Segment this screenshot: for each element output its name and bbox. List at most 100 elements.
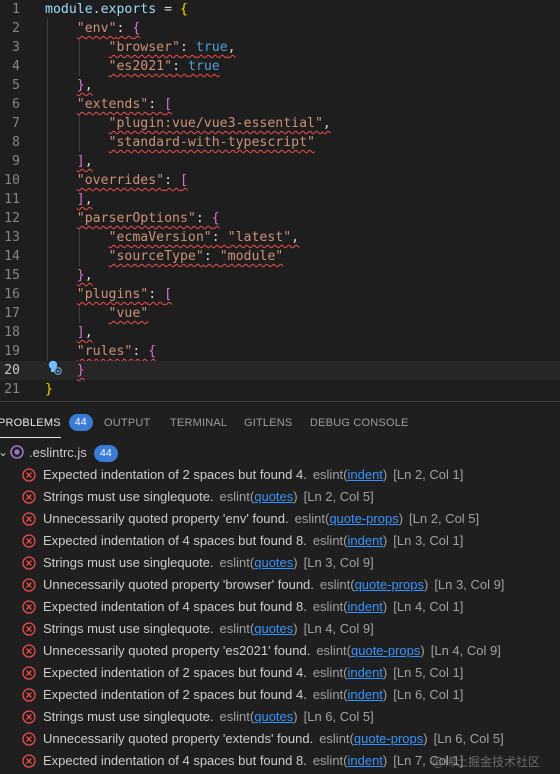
rule-link[interactable]: quote-props [351, 643, 420, 658]
code-line[interactable]: 16 "plugins": [ [0, 285, 560, 304]
problem-source: eslint(indent) [312, 467, 388, 482]
code-line[interactable]: 13 "ecmaVersion": "latest", [0, 228, 560, 247]
code-text: "browser": true, [108, 40, 236, 55]
tab-terminal[interactable]: TERMINAL [170, 402, 227, 442]
problem-location: [Ln 2, Col 5] [303, 489, 374, 504]
rule-paren: ) [382, 687, 388, 702]
code-line[interactable]: 14 "sourceType": "module" [0, 247, 560, 266]
code-line[interactable]: 10 "overrides": [ [0, 171, 560, 190]
line-number: 14 [4, 249, 20, 264]
error-circle-x-icon [22, 622, 36, 636]
code-line[interactable]: 20 } [0, 361, 560, 380]
problem-location: [Ln 5, Col 1] [393, 665, 464, 680]
code-line[interactable]: 5 }, [0, 76, 560, 95]
code-line[interactable]: 3 "browser": true, [0, 38, 560, 57]
problem-item[interactable]: Expected indentation of 2 spaces but fou… [0, 684, 560, 706]
code-line[interactable]: 21} [0, 380, 560, 399]
line-number: 2 [12, 21, 20, 36]
line-number: 1 [12, 2, 20, 17]
quick-fix-lightbulb-icon[interactable] [46, 359, 62, 375]
rule-link[interactable]: indent [348, 533, 383, 548]
error-circle-x-icon [22, 600, 36, 614]
rule-link[interactable]: indent [348, 665, 383, 680]
problem-location: [Ln 3, Col 9] [434, 577, 505, 592]
rule-paren: ) [423, 577, 429, 592]
rule-link[interactable]: indent [348, 753, 383, 768]
code-line[interactable]: 2 "env": { [0, 19, 560, 38]
problem-text: Strings must use singlequote. [43, 621, 214, 636]
code-line[interactable]: 12 "parserOptions": { [0, 209, 560, 228]
rule-paren: ) [382, 753, 388, 768]
problems-file-group[interactable]: ⌄ .eslintrc.js 44 [0, 442, 560, 464]
problem-text: Unnecessarily quoted property 'extends' … [43, 731, 314, 746]
problem-text: Unnecessarily quoted property 'browser' … [43, 577, 314, 592]
problem-message: Expected indentation of 2 spaces but fou… [43, 684, 463, 706]
rule-link[interactable]: indent [348, 687, 383, 702]
problem-source: eslint(indent) [312, 665, 388, 680]
rule-link[interactable]: quote-props [354, 731, 423, 746]
code-text: module.exports = { [45, 2, 188, 17]
line-number: 11 [4, 192, 20, 207]
line-number: 9 [12, 154, 20, 169]
code-line[interactable]: 9 ], [0, 152, 560, 171]
line-number: 15 [4, 268, 20, 283]
rule-link[interactable]: quotes [254, 709, 293, 724]
problem-item[interactable]: Unnecessarily quoted property 'extends' … [0, 728, 560, 750]
problem-item[interactable]: Expected indentation of 2 spaces but fou… [0, 662, 560, 684]
problem-text: Unnecessarily quoted property 'es2021' f… [43, 643, 311, 658]
error-circle-x-icon [22, 710, 36, 724]
tab-label: GITLENS [244, 417, 293, 429]
tab-gitlens[interactable]: GITLENS [244, 402, 292, 442]
rule-link[interactable]: quotes [254, 489, 293, 504]
problem-location: [Ln 6, Col 1] [393, 687, 464, 702]
problem-item[interactable]: Expected indentation of 2 spaces but fou… [0, 464, 560, 486]
eslint-file-icon [10, 445, 24, 459]
problem-item[interactable]: Unnecessarily quoted property 'es2021' f… [0, 640, 560, 662]
rule-paren: ) [293, 489, 298, 504]
rule-link[interactable]: quotes [254, 555, 293, 570]
problem-item[interactable]: Strings must use singlequote. eslint(quot… [0, 618, 560, 640]
problem-source: eslint(quote-props) [294, 511, 404, 526]
code-line[interactable]: 6 "extends": [ [0, 95, 560, 114]
code-line[interactable]: 4 "es2021": true [0, 57, 560, 76]
code-line[interactable]: 19 "rules": { [0, 342, 560, 361]
problem-item[interactable]: Strings must use singlequote. eslint(quot… [0, 486, 560, 508]
problem-location: [Ln 3, Col 1] [393, 533, 464, 548]
problem-source: eslint(indent) [312, 533, 388, 548]
line-number: 7 [12, 116, 20, 131]
error-circle-x-icon [22, 754, 36, 768]
rule-link[interactable]: quote-props [355, 577, 424, 592]
problem-text: Strings must use singlequote. [43, 489, 214, 504]
code-line[interactable]: 7 "plugin:vue/vue3-essential", [0, 114, 560, 133]
problem-item[interactable]: Expected indentation of 4 spaces but fou… [0, 596, 560, 618]
code-line[interactable]: 18 ], [0, 323, 560, 342]
line-number: 6 [12, 97, 20, 112]
code-line[interactable]: 15 }, [0, 266, 560, 285]
problem-item[interactable]: Expected indentation of 4 spaces but fou… [0, 530, 560, 552]
problem-item[interactable]: Strings must use singlequote. eslint(quot… [0, 552, 560, 574]
problem-item[interactable]: Unnecessarily quoted property 'env' foun… [0, 508, 560, 530]
code-editor[interactable]: 1 module.exports = { 2 "env": {3 "browser"… [0, 0, 560, 401]
code-line[interactable]: 8 "standard-with-typescript" [0, 133, 560, 152]
problem-text: Expected indentation of 4 spaces but fou… [43, 753, 307, 768]
rule-link[interactable]: indent [348, 599, 383, 614]
problem-source: eslint(quote-props) [316, 643, 425, 658]
code-text: ], [76, 192, 93, 207]
tab-problems[interactable]: PROBLEMS 44 [0, 402, 93, 442]
code-text: "vue" [108, 306, 149, 321]
problem-source: eslint(indent) [312, 753, 388, 768]
problem-item[interactable]: Unnecessarily quoted property 'browser' … [0, 574, 560, 596]
code-line[interactable]: 17 "vue" [0, 304, 560, 323]
tab-output[interactable]: OUTPUT [104, 402, 150, 442]
code-text: "plugin:vue/vue3-essential", [108, 116, 331, 131]
chevron-down-icon[interactable]: ⌄ [0, 445, 8, 459]
problem-item[interactable]: Strings must use singlequote. eslint(quot… [0, 706, 560, 728]
code-line[interactable]: 1 module.exports = { [0, 0, 560, 19]
problem-message: Unnecessarily quoted property 'es2021' f… [43, 640, 501, 662]
rule-link[interactable]: quote-props [329, 511, 398, 526]
rule-link[interactable]: quotes [254, 621, 293, 636]
code-line[interactable]: 11 ], [0, 190, 560, 209]
tab-debug-console[interactable]: DEBUG CONSOLE [310, 402, 409, 442]
rule-link[interactable]: indent [348, 467, 383, 482]
code-text: "es2021": true [108, 59, 220, 74]
